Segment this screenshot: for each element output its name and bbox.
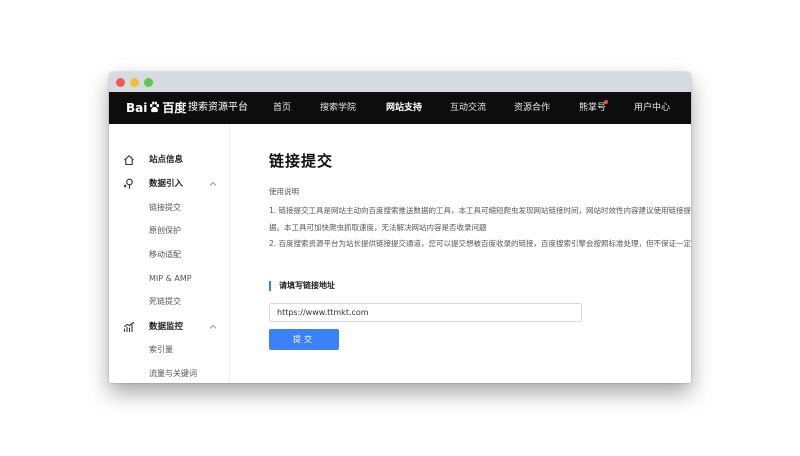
- sidebar-group-data-monitor[interactable]: 数据监控: [109, 319, 229, 335]
- logo-divider: [182, 102, 183, 114]
- baidu-logo[interactable]: Bai 百度: [126, 101, 186, 115]
- sidebar-item-site-info[interactable]: 站点信息: [109, 152, 229, 168]
- usage-line: 2. 百度搜索资源平台为站长提供链接提交通道，您可以提交想被百度收录的链接，百度…: [269, 239, 691, 248]
- nav-home[interactable]: 首页: [273, 101, 291, 115]
- chevron-up-icon[interactable]: [208, 322, 218, 332]
- top-navigation: Bai 百度 搜索资源平台 首页 搜索学院 网站支持 互动交流 资源合作 熊掌号…: [109, 92, 691, 124]
- page-title: 链接提交: [269, 152, 334, 170]
- main-content: 链接提交 使用说明 1. 链接提交工具是网站主动向百度搜索推送数据的工具，本工具…: [230, 124, 691, 383]
- window-titlebar: [109, 72, 691, 92]
- sidebar-item-original-protection[interactable]: 原创保护: [149, 225, 181, 237]
- data-import-icon: [123, 178, 133, 190]
- url-section-label: 请填写链接地址: [279, 281, 335, 290]
- close-window-button[interactable]: [116, 78, 125, 87]
- notification-dot: [604, 100, 608, 104]
- section-accent-bar: [269, 281, 271, 291]
- sidebar-item-label: 站点信息: [149, 155, 184, 165]
- paw-icon: [150, 101, 160, 113]
- usage-line: 1. 链接提交工具是网站主动向百度搜索推送数据的工具，本工具可缩短爬虫发现网站链…: [269, 206, 691, 215]
- usage-heading: 使用说明: [269, 187, 299, 196]
- submit-button[interactable]: 提交: [269, 329, 339, 350]
- minimize-window-button[interactable]: [130, 78, 139, 87]
- nav-resource-cooperation[interactable]: 资源合作: [514, 101, 550, 115]
- sidebar-item-mobile-adaptation[interactable]: 移动适配: [149, 249, 181, 261]
- nav-search-academy[interactable]: 搜索学院: [320, 101, 356, 115]
- sidebar-group-label: 数据引入: [149, 179, 184, 189]
- sidebar: 站点信息 数据引入 链接提交 原创保护 移动适配 MIP & AMP 死链提交 …: [109, 124, 230, 383]
- sidebar-item-link-submit[interactable]: 链接提交: [149, 202, 181, 214]
- browser-window: Bai 百度 搜索资源平台 首页 搜索学院 网站支持 互动交流 资源合作 熊掌号…: [109, 72, 691, 383]
- nav-xiongzhang[interactable]: 熊掌号: [579, 101, 606, 115]
- nav-user-center[interactable]: 用户中心: [634, 101, 670, 115]
- sidebar-item-traffic-keywords[interactable]: 流量与关键词: [149, 368, 197, 380]
- sidebar-item-mip-amp[interactable]: MIP & AMP: [149, 273, 192, 285]
- home-icon: [124, 155, 134, 166]
- sidebar-item-dead-link[interactable]: 死链提交: [149, 296, 181, 308]
- sidebar-group-label: 数据监控: [149, 322, 184, 332]
- sidebar-item-index-volume[interactable]: 索引量: [149, 344, 173, 356]
- chart-icon: [123, 321, 135, 333]
- nav-interaction[interactable]: 互动交流: [450, 101, 486, 115]
- usage-line: 据。本工具可加快爬虫抓取速度，无法解决网站内容是否收录问题: [269, 223, 487, 232]
- zoom-window-button[interactable]: [144, 78, 153, 87]
- sidebar-group-data-import[interactable]: 数据引入: [109, 176, 229, 192]
- url-input[interactable]: [269, 303, 582, 322]
- product-name: 搜索资源平台: [188, 102, 248, 113]
- nav-site-support[interactable]: 网站支持: [386, 101, 422, 115]
- chevron-up-icon[interactable]: [208, 179, 218, 189]
